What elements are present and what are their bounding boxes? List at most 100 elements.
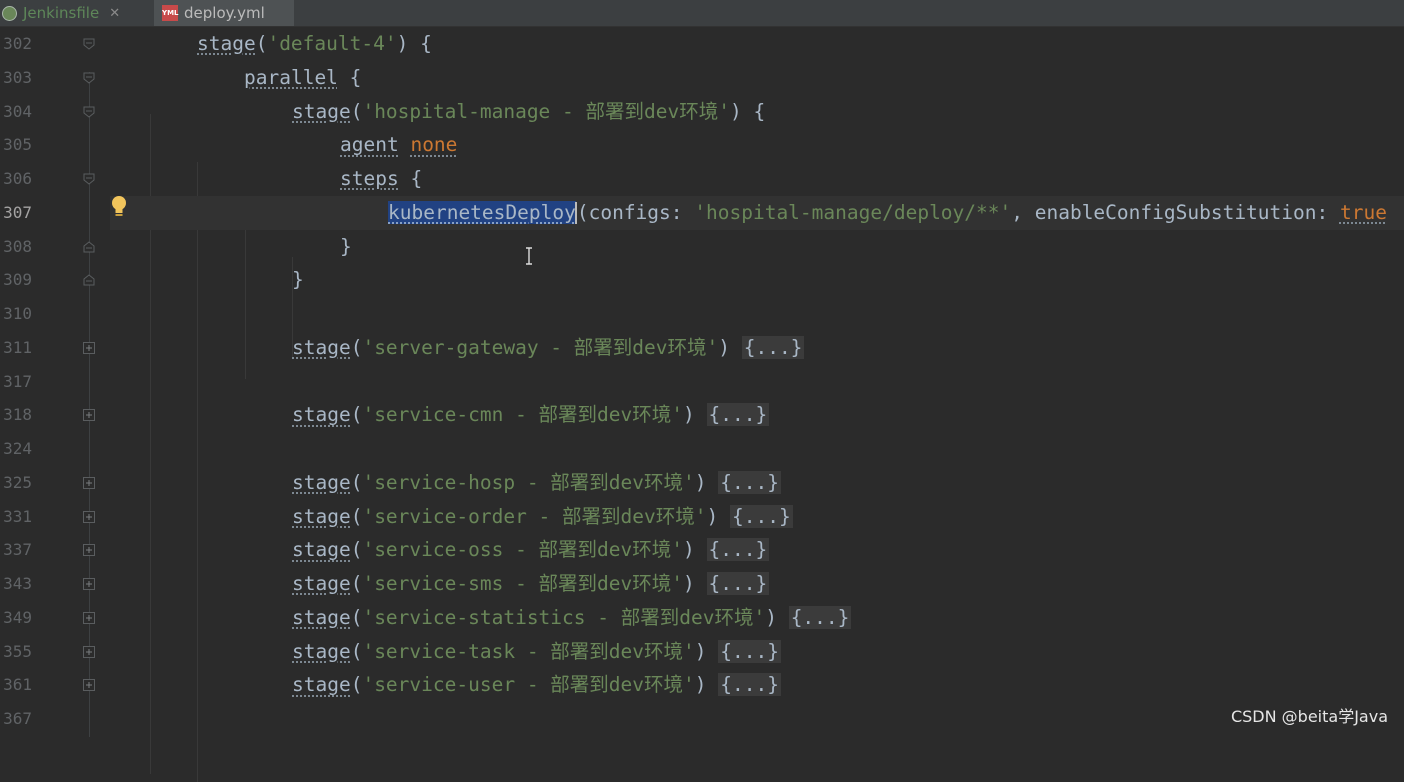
folded-block[interactable]: {...} (718, 640, 781, 663)
code-line[interactable]: stage('service-oss - 部署到dev环境') {...} (110, 533, 1404, 567)
code-line[interactable]: kubernetesDeploy(configs: 'hospital-mana… (110, 196, 1404, 230)
fold-expand-icon[interactable] (83, 578, 95, 590)
code-line[interactable]: stage('service-user - 部署到dev环境') {...} (110, 668, 1404, 702)
line-number: 311 (0, 331, 32, 365)
line-number: 355 (0, 635, 32, 669)
fold-open-icon[interactable] (83, 106, 95, 118)
line-number: 325 (0, 466, 32, 500)
dsl-keyword: stage (292, 673, 351, 696)
line-number: 305 (0, 128, 32, 162)
line-number: 331 (0, 500, 32, 534)
string-literal: 'service-order - 部署到dev环境' (362, 505, 706, 528)
code-editor[interactable]: stage('default-4') {parallel {stage('hos… (110, 27, 1404, 737)
code-text: kubernetesDeploy(configs: 'hospital-mana… (388, 196, 1387, 230)
open-paren: ( (351, 572, 363, 595)
code-line[interactable]: stage('service-statistics - 部署到dev环境') {… (110, 601, 1404, 635)
open-paren: ( (256, 32, 268, 55)
code-line[interactable]: parallel { (110, 61, 1404, 95)
code-line[interactable] (110, 432, 1404, 466)
code-text: stage('default-4') { (197, 27, 432, 61)
line-number: 307 (0, 196, 32, 230)
line-number: 309 (0, 263, 32, 297)
code-text: parallel { (244, 61, 361, 95)
open-paren: ( (351, 606, 363, 629)
string-literal: 'service-hosp - 部署到dev环境' (362, 471, 694, 494)
code-line[interactable]: stage('service-order - 部署到dev环境') {...} (110, 500, 1404, 534)
watermark: CSDN @beita学Java (1231, 703, 1388, 727)
folded-block[interactable]: {...} (730, 505, 793, 528)
code-text: stage('service-hosp - 部署到dev环境') {...} (292, 466, 781, 500)
code-text: stage('service-oss - 部署到dev环境') {...} (292, 533, 769, 567)
folded-block[interactable]: {...} (707, 572, 770, 595)
fold-close-icon[interactable] (83, 241, 95, 253)
close-paren: ) (695, 471, 718, 494)
tab-jenkinsfile[interactable]: Jenkinsfile ✕ (0, 0, 156, 26)
fold-expand-icon[interactable] (83, 544, 95, 556)
editor-tab-bar: Jenkinsfile ✕ YML deploy.yml (0, 0, 1404, 27)
fold-guide-line (89, 72, 90, 737)
close-paren: ) (683, 572, 706, 595)
string-literal: 'service-oss - 部署到dev环境' (362, 538, 683, 561)
dsl-keyword: stage (292, 606, 351, 629)
close-brace: ) { (397, 32, 432, 55)
open-paren: ( (351, 505, 363, 528)
folded-block[interactable]: {...} (718, 673, 781, 696)
code-text: stage('service-order - 部署到dev环境') {...} (292, 500, 793, 534)
fold-expand-icon[interactable] (83, 511, 95, 523)
code-line[interactable]: stage('server-gateway - 部署到dev环境') {...} (110, 331, 1404, 365)
code-line[interactable] (110, 702, 1404, 736)
folded-block[interactable]: {...} (789, 606, 852, 629)
open-paren: ( (351, 100, 363, 123)
code-line[interactable]: stage('hospital-manage - 部署到dev环境') { (110, 95, 1404, 129)
string-literal: 'service-cmn - 部署到dev环境' (362, 403, 683, 426)
space (399, 133, 411, 156)
lightbulb-icon[interactable] (109, 195, 129, 219)
fold-expand-icon[interactable] (83, 679, 95, 691)
tab-deploy-yml[interactable]: YML deploy.yml (154, 0, 294, 26)
line-number: 303 (0, 61, 32, 95)
fold-expand-icon[interactable] (83, 646, 95, 658)
code-line[interactable] (110, 297, 1404, 331)
fold-expand-icon[interactable] (83, 477, 95, 489)
close-icon[interactable]: ✕ (109, 6, 120, 21)
fold-close-icon[interactable] (83, 274, 95, 286)
fold-open-icon[interactable] (83, 173, 95, 185)
line-number: 308 (0, 230, 32, 264)
fold-expand-icon[interactable] (83, 612, 95, 624)
close-paren: ) (683, 403, 706, 426)
code-text: stage('server-gateway - 部署到dev环境') {...} (292, 331, 804, 365)
code-line[interactable]: steps { (110, 162, 1404, 196)
code-line[interactable]: stage('default-4') { (110, 27, 1404, 61)
code-line[interactable]: stage('service-sms - 部署到dev环境') {...} (110, 567, 1404, 601)
dsl-keyword: stage (292, 640, 351, 663)
dsl-keyword: stage (197, 32, 256, 55)
dsl-keyword: stage (292, 538, 351, 561)
folded-block[interactable]: {...} (707, 538, 770, 561)
fold-open-icon[interactable] (83, 72, 95, 84)
code-line[interactable]: stage('service-hosp - 部署到dev环境') {...} (110, 466, 1404, 500)
code-line[interactable] (110, 365, 1404, 399)
line-number: 367 (0, 702, 32, 736)
code-text: stage('service-task - 部署到dev环境') {...} (292, 635, 781, 669)
string-literal: 'service-task - 部署到dev环境' (362, 640, 694, 663)
dsl-keyword: stage (292, 572, 351, 595)
string-literal: 'hospital-manage - 部署到dev环境' (362, 100, 730, 123)
fold-expand-icon[interactable] (83, 342, 95, 354)
keyword: none (410, 133, 457, 156)
separator: , (1011, 201, 1034, 224)
open-paren: ( (351, 673, 363, 696)
fold-expand-icon[interactable] (83, 409, 95, 421)
code-line[interactable]: agent none (110, 128, 1404, 162)
code-line[interactable]: } (110, 263, 1404, 297)
folded-block[interactable]: {...} (718, 471, 781, 494)
code-line[interactable]: stage('service-cmn - 部署到dev环境') {...} (110, 398, 1404, 432)
code-line[interactable]: stage('service-task - 部署到dev环境') {...} (110, 635, 1404, 669)
folded-block[interactable]: {...} (742, 336, 805, 359)
folded-block[interactable]: {...} (707, 403, 770, 426)
code-line[interactable]: } (110, 230, 1404, 264)
fold-open-icon[interactable] (83, 38, 95, 50)
param-name: enableConfigSubstitution: (1035, 201, 1340, 224)
close-brace: } (292, 268, 304, 291)
dsl-keyword: stage (292, 336, 351, 359)
close-paren: ) (707, 505, 730, 528)
